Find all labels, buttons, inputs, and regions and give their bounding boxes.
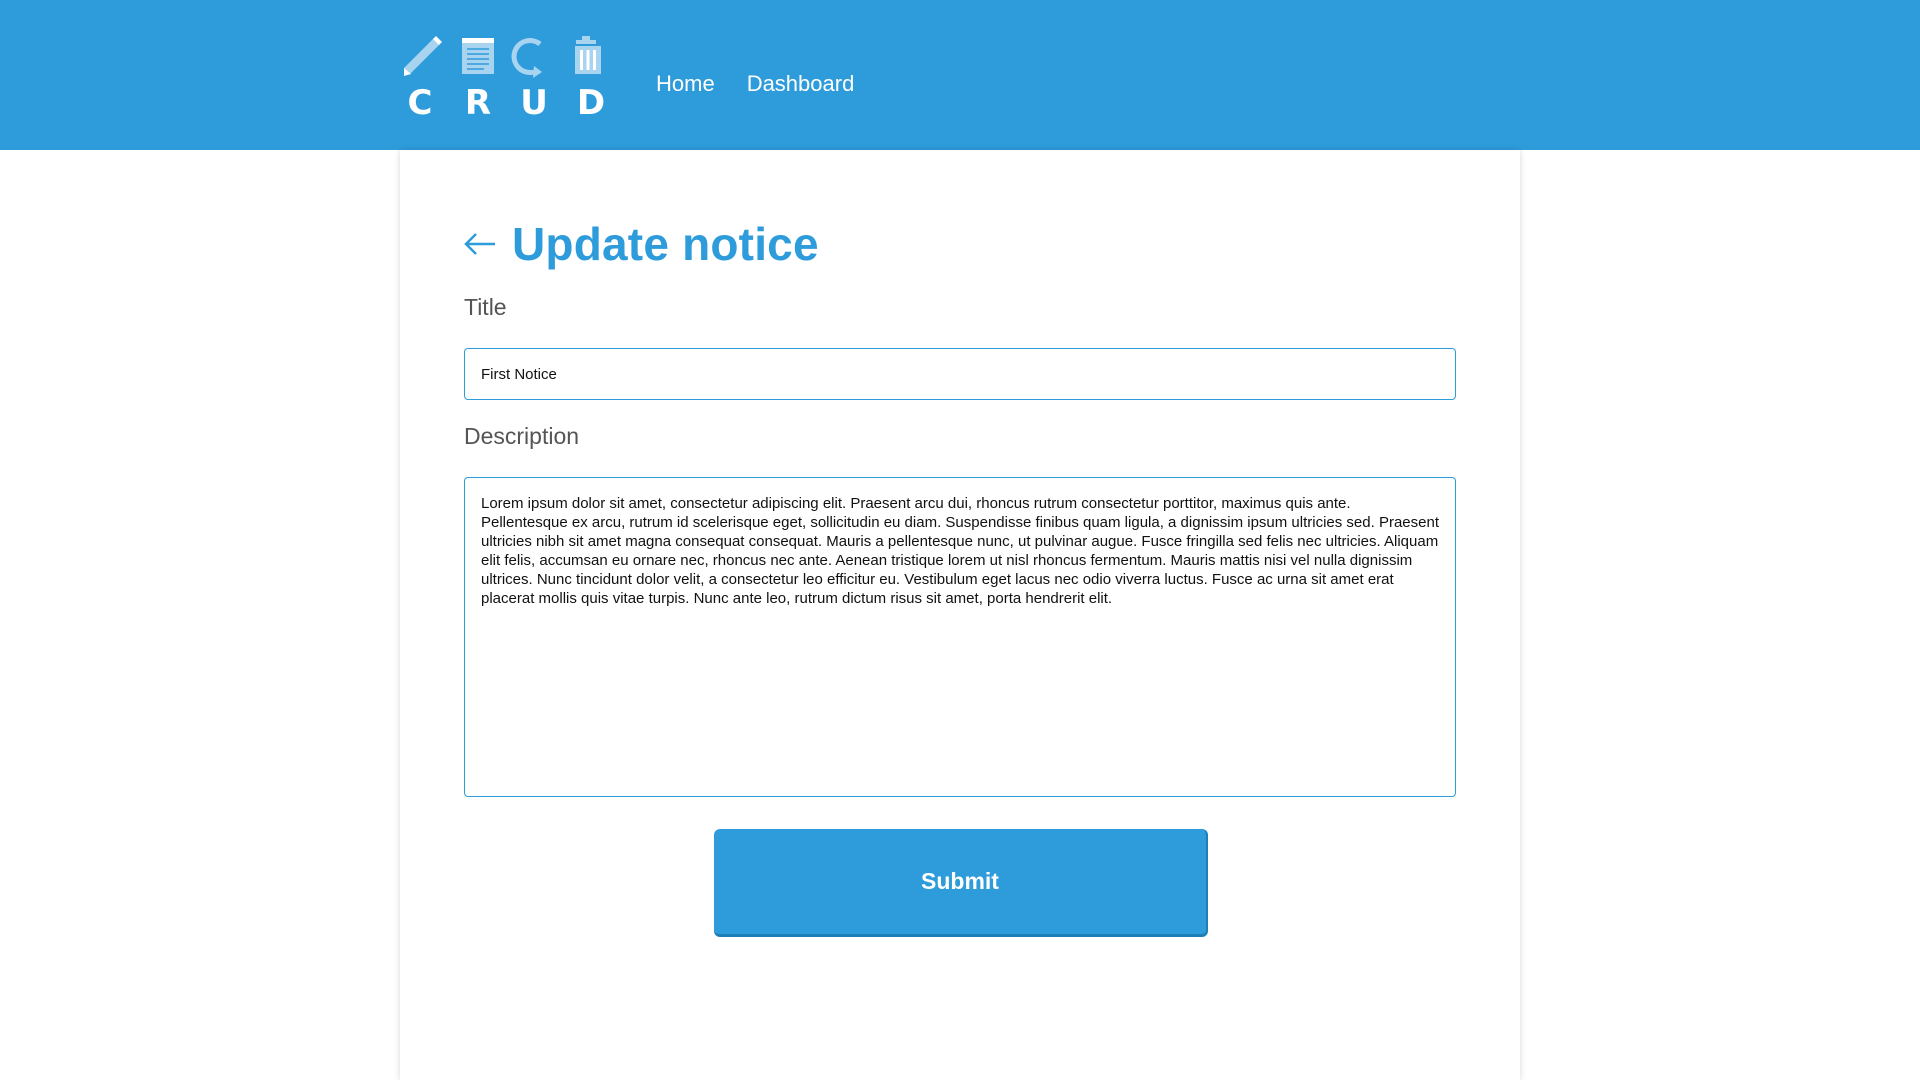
page-header: Update notice xyxy=(464,214,819,274)
logo-letter-c: C xyxy=(408,83,433,116)
logo-letter-r: R xyxy=(465,83,491,116)
description-label: Description xyxy=(464,423,580,449)
nav-home-link[interactable]: Home xyxy=(656,71,715,97)
refresh-icon xyxy=(511,38,542,78)
trash-icon xyxy=(575,36,601,74)
logo-letter-u: U xyxy=(520,83,548,116)
pencil-icon xyxy=(404,36,442,76)
description-textarea[interactable]: Lorem ipsum dolor sit amet, consectetur … xyxy=(464,477,1456,797)
logo-letter-d: D xyxy=(577,83,605,116)
notepad-icon xyxy=(462,38,494,74)
crud-logo[interactable]: C R U D xyxy=(398,36,610,116)
page-title: Update notice xyxy=(512,218,819,270)
nav-dashboard-link[interactable]: Dashboard xyxy=(747,71,855,97)
title-label: Title xyxy=(464,294,507,320)
submit-button[interactable]: Submit xyxy=(714,829,1208,937)
top-header: C R U D Home Dashboard xyxy=(0,0,1920,150)
form-card: Update notice Title Description Lorem ip… xyxy=(400,150,1520,1080)
main-nav: Home Dashboard xyxy=(656,0,854,168)
title-input[interactable] xyxy=(464,348,1456,400)
arrow-left-icon[interactable] xyxy=(464,229,498,259)
